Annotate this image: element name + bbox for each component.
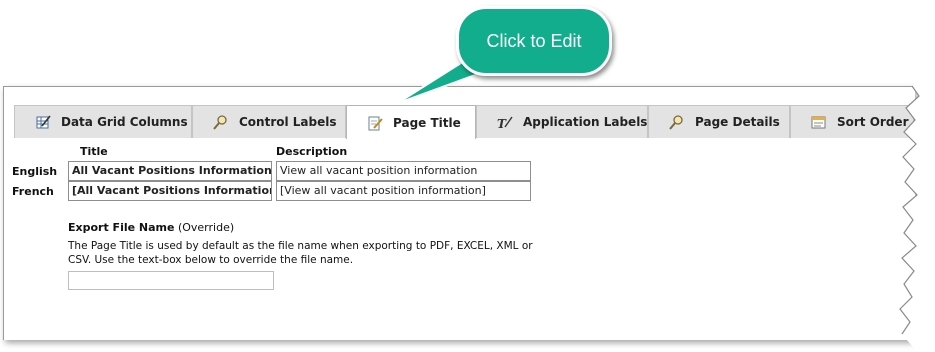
click-to-edit-callout: Click to Edit [456, 6, 612, 76]
callout-text: Click to Edit [486, 30, 582, 51]
